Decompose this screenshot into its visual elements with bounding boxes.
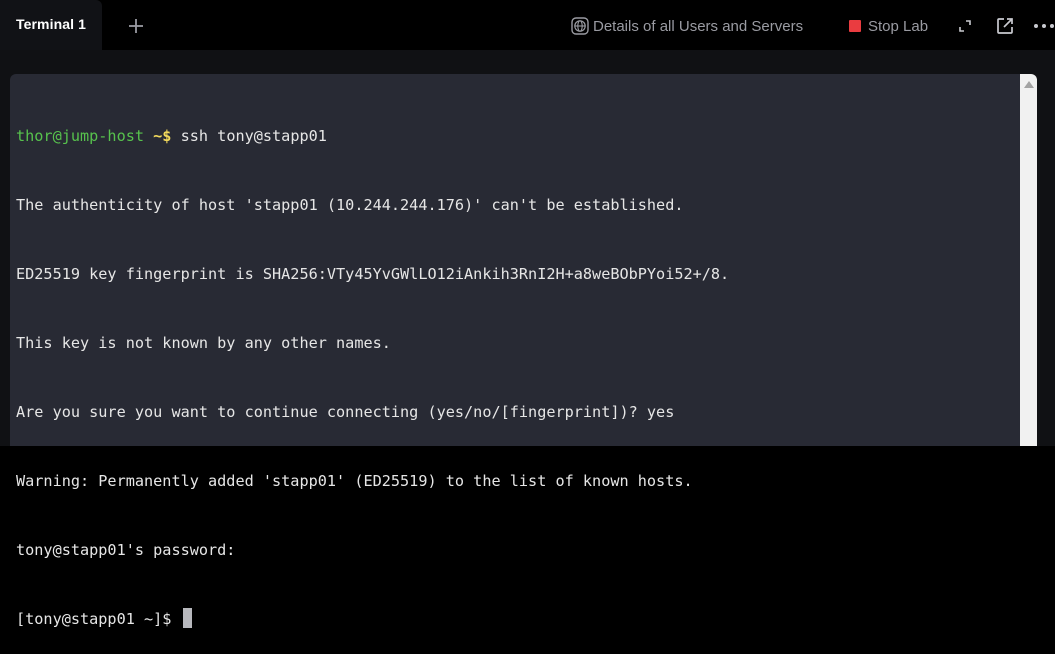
scroll-up-arrow-icon[interactable] — [1024, 81, 1034, 88]
output-line: Warning: Permanently added 'stapp01' (ED… — [16, 472, 693, 490]
output-line: ED25519 key fingerprint is SHA256:VTy45Y… — [16, 265, 730, 283]
command-line: thor@jump-host ~$ ssh tony@stapp01 — [16, 125, 729, 148]
top-bar: Terminal 1 Details of all Users and Serv… — [0, 0, 1055, 50]
output-line: The authenticity of host 'stapp01 (10.24… — [16, 196, 684, 214]
add-tab-button[interactable] — [117, 8, 155, 44]
current-prompt: [tony@stapp01 ~]$ — [16, 610, 181, 628]
stop-lab-button[interactable]: Stop Lab — [849, 14, 928, 38]
prompt-user-host: thor@jump-host — [16, 127, 145, 145]
command-text: ssh tony@stapp01 — [171, 127, 327, 145]
details-users-servers-link[interactable]: Details of all Users and Servers — [571, 14, 803, 38]
stop-icon — [849, 20, 861, 32]
more-options-button[interactable] — [1033, 15, 1055, 37]
tab-label: Terminal 1 — [16, 16, 86, 32]
terminal-cursor — [182, 608, 192, 628]
output-line: tony@stapp01's password: — [16, 541, 236, 559]
expand-button[interactable] — [954, 15, 976, 37]
open-external-icon — [997, 18, 1013, 34]
details-label: Details of all Users and Servers — [593, 17, 804, 35]
prompt-path: ~$ — [144, 127, 172, 145]
more-horizontal-icon — [1034, 24, 1054, 28]
plus-icon — [129, 19, 143, 33]
output-line: Are you sure you want to continue connec… — [16, 403, 675, 421]
terminal-output[interactable]: thor@jump-host ~$ ssh tony@stapp01 The a… — [16, 79, 729, 654]
stop-lab-label: Stop Lab — [868, 17, 929, 35]
open-external-button[interactable] — [994, 15, 1016, 37]
expand-icon — [959, 20, 971, 32]
globe-icon — [571, 17, 589, 35]
current-prompt-line[interactable]: [tony@stapp01 ~]$ — [16, 608, 729, 631]
tab-terminal-1[interactable]: Terminal 1 — [0, 0, 102, 50]
terminal-scrollbar[interactable] — [1020, 74, 1037, 446]
output-line: This key is not known by any other names… — [16, 334, 391, 352]
